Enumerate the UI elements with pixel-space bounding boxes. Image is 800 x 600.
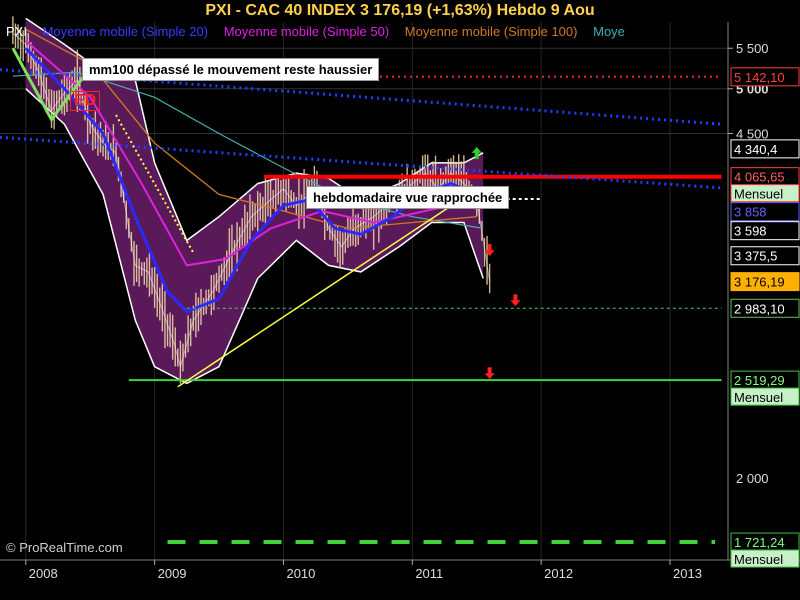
- x-tick-label-4: 2012: [544, 566, 573, 581]
- level-label-8: 2 519,29: [734, 373, 785, 388]
- chart-title: PXI - CAC 40 INDEX 3 176,19 (+1,63%) Heb…: [205, 2, 595, 19]
- x-tick-label-0: 2008: [29, 566, 58, 581]
- y-tick-faint-1: 2 000: [736, 471, 769, 486]
- level-label-5: 3 375,5: [734, 249, 777, 264]
- annotation-ed: ED: [70, 91, 101, 111]
- arrow-down-2: [510, 294, 521, 307]
- legend-item-sma100: Moyenne mobile (Simple 100): [404, 24, 578, 39]
- level-label-3: 3 858: [734, 205, 767, 220]
- chart-canvas: 5 5005 0004 5003 0002 000200820092010201…: [0, 16, 800, 581]
- legend-item-sma200: Moye: [593, 24, 625, 39]
- x-tick-label-1: 2009: [158, 566, 187, 581]
- level-sub-label-2: Mensuel: [734, 187, 783, 202]
- x-tick-label-5: 2013: [673, 566, 702, 581]
- legend-item-sma50: Moyenne mobile (Simple 50): [223, 24, 390, 39]
- annotation-mm100: mm100 dépassé le mouvement reste haussie…: [82, 58, 380, 81]
- level-label-4: 3 598: [734, 224, 767, 239]
- level-label-2: 4 065,65: [734, 170, 785, 185]
- y-tick-label-2: 4 500: [736, 127, 769, 142]
- legend-item-pxi: PXI: [6, 24, 27, 39]
- level-label-9: 1 721,24: [734, 535, 785, 550]
- legend-item-sma20: Moyenne mobile (Simple 20): [42, 24, 209, 39]
- y-tick-label-0: 5 500: [736, 41, 769, 56]
- legend: PXI Moyenne mobile (Simple 20) Moyenne m…: [6, 24, 637, 39]
- level-label-1: 4 340,4: [734, 142, 777, 157]
- x-tick-label-3: 2011: [415, 566, 443, 581]
- watermark: © ProRealTime.com: [6, 540, 123, 555]
- level-sub-label-9: Mensuel: [734, 552, 783, 567]
- x-tick-label-2: 2010: [286, 566, 315, 581]
- arrow-down-3: [484, 367, 495, 380]
- level-label-6: 3 176,19: [734, 275, 785, 290]
- level-sub-label-8: Mensuel: [734, 390, 783, 405]
- level-label-0: 5 142,10: [734, 70, 785, 85]
- annotation-weekly: hebdomadaire vue rapprochée: [306, 186, 510, 209]
- arrow-down-1: [484, 244, 495, 257]
- level-label-7: 2 983,10: [734, 301, 785, 316]
